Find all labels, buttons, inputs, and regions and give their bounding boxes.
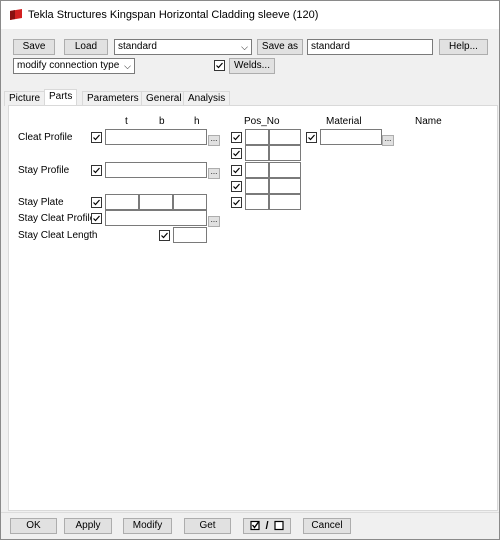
save-button[interactable]: Save [13,39,55,55]
checkmark-icon [161,232,168,239]
checkmark-icon [233,167,240,174]
pos-no-start-input-4[interactable] [269,178,301,194]
toggle-all-button[interactable]: / [243,518,291,534]
material-input[interactable] [320,129,382,145]
save-as-field[interactable]: standard [307,39,433,55]
stay-profile-input[interactable] [105,162,207,178]
pos-no-start-input-1[interactable] [269,129,301,145]
cancel-button[interactable]: Cancel [303,518,351,534]
checkmark-icon [308,134,315,141]
stay-plate-b-input[interactable] [139,194,173,210]
stay-profile-checkbox[interactable] [91,165,102,176]
title-bar: Tekla Structures Kingspan Horizontal Cla… [1,1,499,29]
checkmark-icon [233,134,240,141]
pos-no-start-input-3[interactable] [269,162,301,178]
pos-no-checkbox-4[interactable] [231,181,242,192]
checkmark-icon [233,183,240,190]
pos-no-checkbox-5[interactable] [231,197,242,208]
checkmark-icon [233,199,240,206]
tab-picture[interactable]: Picture [4,91,46,106]
checkmark-icon [93,199,100,206]
header-name: Name [415,116,442,127]
stay-cleat-length-checkbox[interactable] [159,230,170,241]
chevron-down-icon: ⌵ [241,42,248,52]
cleat-profile-browse-button[interactable]: ... [208,135,220,146]
load-button[interactable]: Load [64,39,108,55]
material-checkbox[interactable] [306,132,317,143]
apply-button[interactable]: Apply [64,518,112,534]
row-label-stay-cleat-length: Stay Cleat Length [18,230,98,241]
dialog-window: Tekla Structures Kingspan Horizontal Cla… [0,0,500,540]
pos-no-start-input-5[interactable] [269,194,301,210]
help-button[interactable]: Help... [439,39,488,55]
pos-no-checkbox-3[interactable] [231,165,242,176]
get-button[interactable]: Get [184,518,231,534]
mode-dropdown[interactable]: modify connection type ⌵ [13,58,135,74]
preset-dropdown[interactable]: standard ⌵ [114,39,252,55]
save-as-button[interactable]: Save as [257,39,303,55]
header-pos-no: Pos_No [244,116,280,127]
stay-plate-t-input[interactable] [105,194,139,210]
stay-cleat-profile-browse-button[interactable]: ... [208,216,220,227]
pos-no-prefix-input-1[interactable] [245,129,269,145]
toggle-separator: / [265,520,269,532]
pos-no-prefix-input-4[interactable] [245,178,269,194]
row-label-stay-cleat-profile: Stay Cleat Profile [18,213,96,224]
preset-value: standard [118,41,157,52]
header-b: b [159,116,165,127]
modify-button[interactable]: Modify [123,518,172,534]
welds-button[interactable]: Welds... [229,58,275,74]
stay-cleat-profile-input[interactable] [105,210,207,226]
checkmark-icon [93,167,100,174]
stay-plate-h-input[interactable] [173,194,207,210]
row-label-cleat-profile: Cleat Profile [18,132,73,143]
chevron-down-icon: ⌵ [124,61,131,71]
checkmark-icon [216,62,223,69]
cleat-profile-input[interactable] [105,129,207,145]
pos-no-checkbox-2[interactable] [231,148,242,159]
footer-divider [1,512,499,513]
stay-plate-checkbox[interactable] [91,197,102,208]
header-material: Material [326,116,362,127]
row-label-stay-plate: Stay Plate [18,197,64,208]
pos-no-checkbox-1[interactable] [231,132,242,143]
stay-cleat-length-input[interactable] [173,227,207,243]
pos-no-prefix-input-3[interactable] [245,162,269,178]
row-label-stay-profile: Stay Profile [18,165,70,176]
header-t: t [125,116,128,127]
pos-no-prefix-input-2[interactable] [245,145,269,161]
stay-cleat-profile-checkbox[interactable] [91,213,102,224]
tekla-logo-icon [9,9,23,20]
tab-general[interactable]: General [141,91,187,106]
tab-parameters[interactable]: Parameters [82,91,144,106]
tab-analysis[interactable]: Analysis [183,91,231,106]
welds-checkbox[interactable] [214,60,225,71]
checkmark-icon [93,134,100,141]
header-h: h [194,116,200,127]
window-title: Tekla Structures Kingspan Horizontal Cla… [28,9,319,21]
mode-value: modify connection type [17,60,120,71]
checkmark-icon [93,215,100,222]
checkmark-icon [233,150,240,157]
material-browse-button[interactable]: ... [382,135,394,146]
pos-no-prefix-input-5[interactable] [245,194,269,210]
stay-profile-browse-button[interactable]: ... [208,168,220,179]
ok-button[interactable]: OK [10,518,57,534]
pos-no-start-input-2[interactable] [269,145,301,161]
cleat-profile-checkbox[interactable] [91,132,102,143]
